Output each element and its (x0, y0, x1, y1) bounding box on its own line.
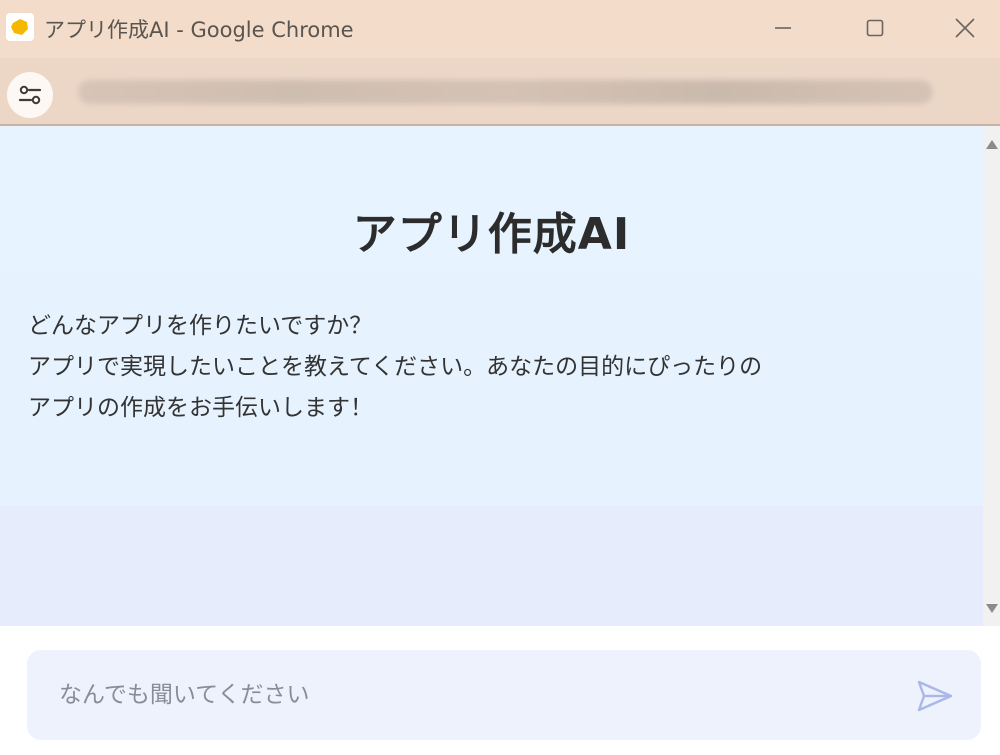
app-logo-icon (6, 13, 34, 41)
intro-line: アプリの作成をお手伝いします！ (28, 395, 373, 421)
site-settings-icon (18, 85, 42, 105)
address-bar (0, 58, 1000, 126)
chat-input-container (27, 650, 981, 740)
title-bar[interactable]: アプリ作成AI - Google Chrome (0, 0, 1000, 58)
minimize-button[interactable] (738, 0, 828, 56)
close-icon (955, 18, 975, 38)
browser-window: アプリ作成AI - Google Chrome アプリ作成AI どんなアプリを作… (0, 0, 1000, 755)
hero-section: アプリ作成AI どんなアプリを作りたいですか？ アプリで実現したいことを教えてく… (0, 126, 983, 506)
minimize-icon (775, 27, 791, 29)
window-title: アプリ作成AI - Google Chrome (44, 18, 354, 42)
send-button[interactable] (913, 674, 957, 718)
vertical-scrollbar[interactable] (983, 126, 1000, 626)
page-content: アプリ作成AI どんなアプリを作りたいですか？ アプリで実現したいことを教えてく… (0, 126, 983, 626)
close-button[interactable] (920, 0, 1000, 56)
scroll-down-icon[interactable] (986, 604, 998, 613)
scroll-up-icon[interactable] (986, 140, 998, 149)
maximize-button[interactable] (830, 0, 920, 56)
chat-input[interactable] (57, 672, 901, 718)
chat-input-area (0, 626, 1000, 755)
intro-line: どんなアプリを作りたいですか？ (28, 313, 373, 339)
url-field-blurred[interactable] (78, 80, 933, 104)
send-icon (917, 680, 953, 712)
chat-history-area (0, 506, 983, 626)
page-title: アプリ作成AI (352, 209, 631, 260)
site-settings-button[interactable] (7, 72, 53, 118)
intro-line: アプリで実現したいことを教えてください。あなたの目的にぴったりの (28, 354, 763, 380)
intro-text: どんなアプリを作りたいですか？ アプリで実現したいことを教えてください。あなたの… (28, 306, 958, 429)
maximize-icon (866, 19, 884, 37)
